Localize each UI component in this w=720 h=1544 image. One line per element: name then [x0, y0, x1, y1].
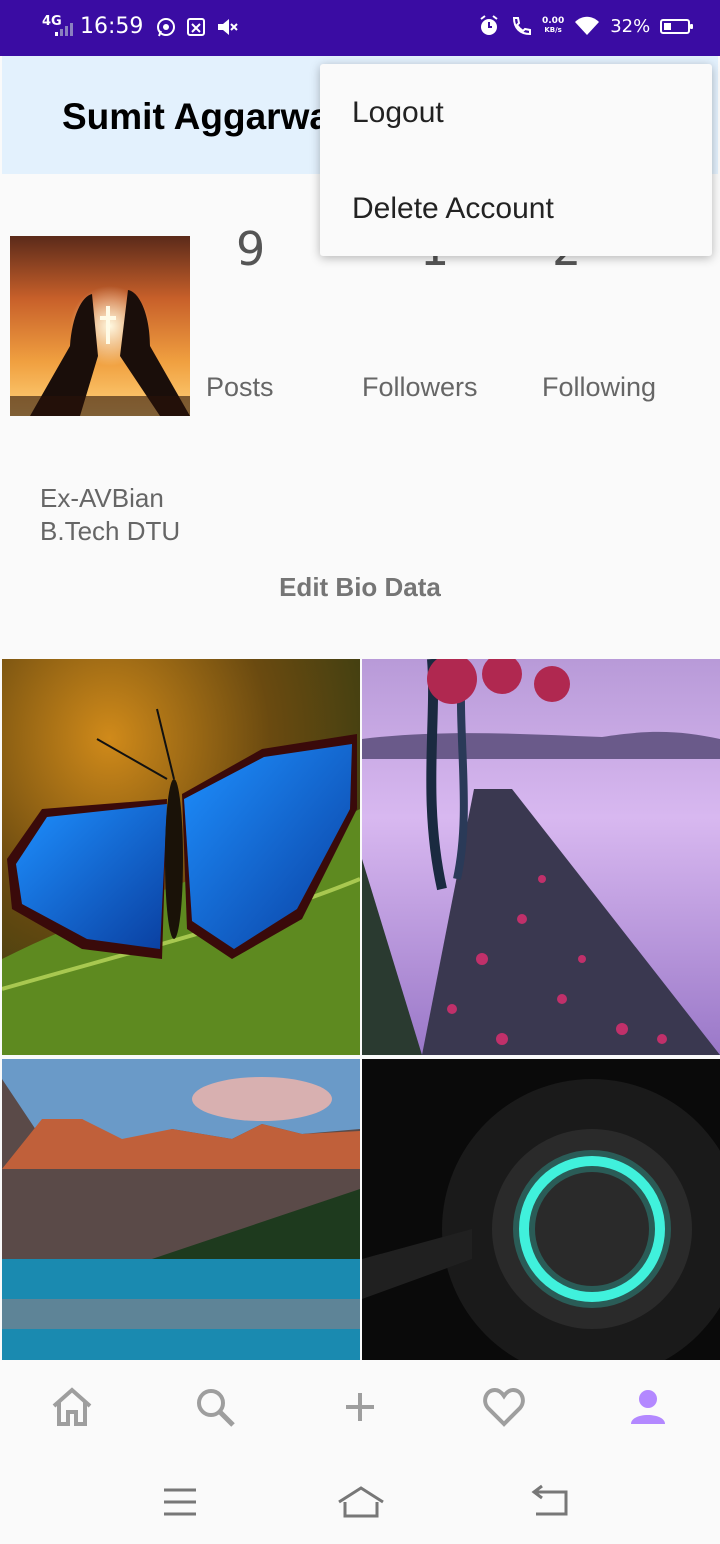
posts-count: 9 — [236, 222, 266, 276]
home-icon[interactable] — [49, 1384, 95, 1430]
home-icon[interactable] — [336, 1480, 386, 1524]
back-icon[interactable] — [530, 1480, 570, 1524]
volume-mute-icon — [218, 19, 238, 35]
delete-account-menu-item[interactable]: Delete Account — [352, 192, 554, 226]
search-icon[interactable] — [192, 1384, 238, 1430]
page-title: Sumit Aggarwal — [62, 96, 341, 137]
clock: 16:59 — [80, 14, 144, 39]
post-lake-pier[interactable] — [362, 659, 720, 1055]
logout-menu-item[interactable]: Logout — [352, 96, 444, 130]
whatsapp-icon — [157, 18, 175, 37]
battery-icon — [660, 18, 694, 34]
bio-line: B.Tech DTU — [40, 516, 181, 546]
profile-icon[interactable] — [625, 1384, 671, 1430]
net-speed: 0.00 KB/s — [542, 16, 565, 35]
posts-label[interactable]: Posts — [206, 372, 274, 403]
heart-icon[interactable] — [481, 1384, 527, 1430]
menu-icon[interactable] — [162, 1480, 198, 1524]
add-icon[interactable] — [337, 1384, 383, 1430]
system-nav — [0, 1460, 720, 1544]
bio-line: Ex-AVBian — [40, 483, 164, 513]
battery-percent: 32% — [610, 15, 651, 37]
signal-icon — [55, 23, 73, 36]
wifi-call-icon — [512, 17, 531, 36]
followers-label[interactable]: Followers — [362, 372, 478, 403]
profile-photo[interactable] — [10, 236, 190, 416]
edit-bio-button[interactable]: Edit Bio Data — [0, 572, 720, 603]
post-butterfly[interactable] — [2, 659, 360, 1055]
screenshot-icon — [187, 18, 205, 36]
post-mountain-lake[interactable] — [2, 1059, 360, 1360]
bottom-nav — [0, 1360, 720, 1460]
overflow-menu: Logout Delete Account — [320, 64, 712, 256]
wifi-icon — [575, 16, 600, 35]
following-label[interactable]: Following — [542, 372, 656, 403]
alarm-icon — [480, 15, 498, 35]
status-bar: 4G 16:59 0.00 KB/s 32% — [0, 0, 720, 56]
post-glowing-ring[interactable] — [362, 1059, 720, 1360]
bio: Ex-AVBian B.Tech DTU — [40, 482, 180, 548]
